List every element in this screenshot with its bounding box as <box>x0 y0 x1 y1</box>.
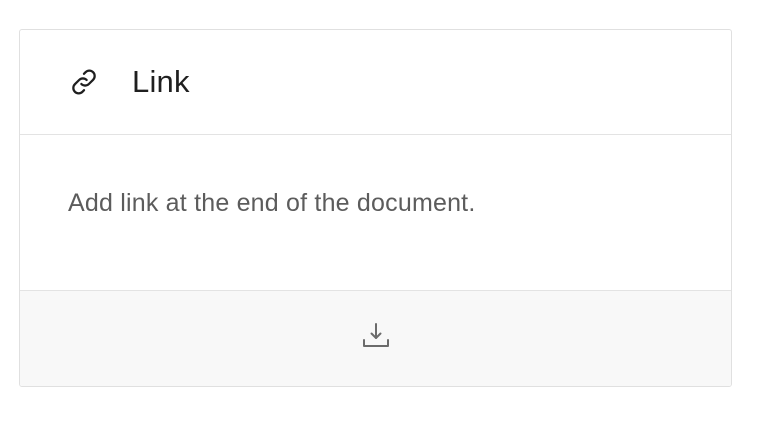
card-footer <box>20 291 731 386</box>
download-icon <box>361 321 391 356</box>
card-body: Add link at the end of the document. <box>20 135 731 291</box>
link-card: Link Add link at the end of the document… <box>19 29 732 387</box>
card-description: Add link at the end of the document. <box>68 189 476 217</box>
card-title: Link <box>132 64 190 99</box>
download-button[interactable] <box>356 319 396 359</box>
card-header: Link <box>20 30 731 135</box>
link-icon <box>68 66 100 98</box>
